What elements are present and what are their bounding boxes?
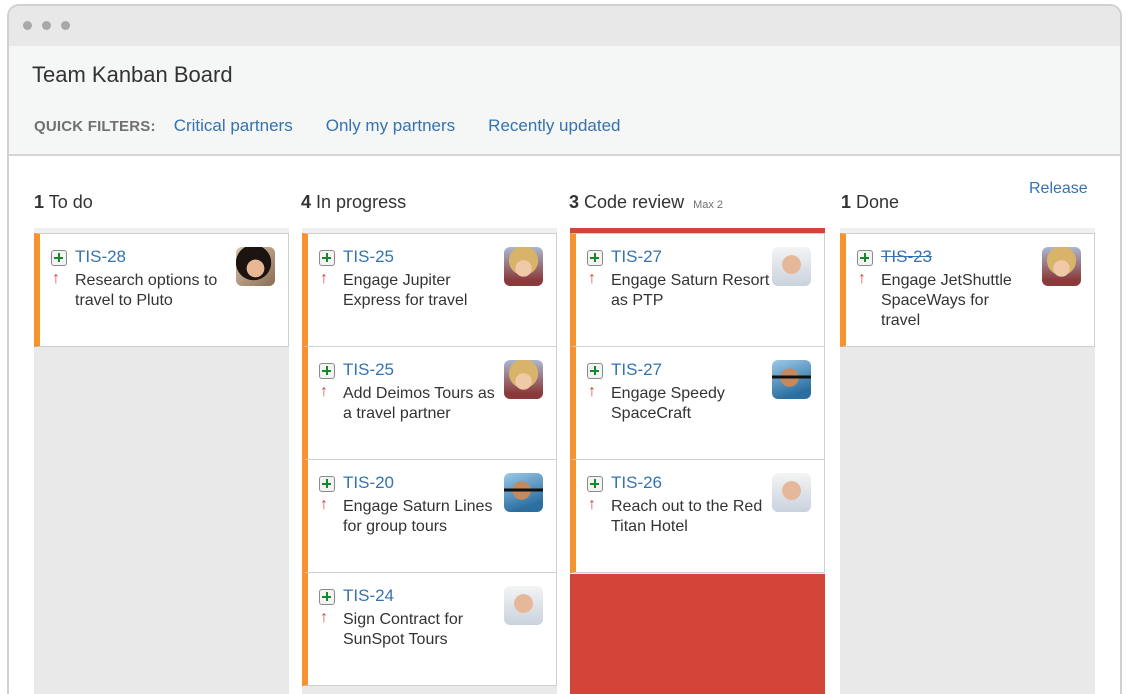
column-todo: TIS-28 ↑ Research options to travel to P… xyxy=(34,228,289,694)
issue-key[interactable]: TIS-25 xyxy=(343,247,394,267)
priority-high-arrow-icon: ↑ xyxy=(320,383,328,400)
issue-card[interactable]: TIS-28 ↑ Research options to travel to P… xyxy=(34,233,289,347)
maximize-dot-icon[interactable] xyxy=(61,21,70,30)
story-plus-icon xyxy=(587,363,603,379)
column-count: 1 xyxy=(841,192,852,212)
column-count: 3 xyxy=(569,192,580,212)
issue-key[interactable]: TIS-24 xyxy=(343,586,394,606)
story-plus-icon xyxy=(319,250,335,266)
issue-card[interactable]: TIS-25 ↑ Add Deimos Tours as a travel pa… xyxy=(302,346,557,460)
issue-summary: Engage Saturn Resort as PTP xyxy=(611,272,770,309)
issue-key[interactable]: TIS-28 xyxy=(75,247,126,267)
issue-summary: Reach out to the Red Titan Hotel xyxy=(611,498,763,535)
column-count: 4 xyxy=(301,192,312,212)
assignee-avatar[interactable] xyxy=(772,360,811,399)
issue-card[interactable]: TIS-20 ↑ Engage Saturn Lines for group t… xyxy=(302,459,557,573)
issue-key[interactable]: TIS-27 xyxy=(611,360,662,380)
column-done: TIS-23 ↑ Engage JetShuttle SpaceWays for… xyxy=(840,228,1095,694)
column-in-progress: TIS-25 ↑ Engage Jupiter Express for trav… xyxy=(302,228,557,694)
issue-card[interactable]: TIS-23 ↑ Engage JetShuttle SpaceWays for… xyxy=(840,233,1095,347)
assignee-avatar[interactable] xyxy=(504,586,543,625)
browser-window: Team Kanban Board QUICK FILTERS: Critica… xyxy=(7,4,1122,694)
issue-summary: Sign Contract for SunSpot Tours xyxy=(343,611,464,648)
column-header-code-review: 3 Code review Max 2 xyxy=(569,192,723,213)
story-plus-icon xyxy=(319,589,335,605)
priority-high-arrow-icon: ↑ xyxy=(588,270,596,287)
filter-only-my-partners[interactable]: Only my partners xyxy=(326,116,455,136)
issue-summary: Engage Saturn Lines for group tours xyxy=(343,498,493,535)
issue-summary: Research options to travel to Pluto xyxy=(75,272,218,309)
issue-card[interactable]: TIS-27 ↑ Engage Speedy SpaceCraft xyxy=(570,346,825,460)
issue-key[interactable]: TIS-26 xyxy=(611,473,662,493)
story-plus-icon xyxy=(857,250,873,266)
column-header-in-progress: 4 In progress xyxy=(301,192,406,213)
issue-card[interactable]: TIS-25 ↑ Engage Jupiter Express for trav… xyxy=(302,233,557,347)
board-header: Team Kanban Board QUICK FILTERS: Critica… xyxy=(9,46,1120,156)
issue-summary: Engage JetShuttle SpaceWays for travel xyxy=(881,272,1012,329)
quick-filters: QUICK FILTERS: Critical partners Only my… xyxy=(34,116,654,136)
story-plus-icon xyxy=(319,363,335,379)
assignee-avatar[interactable] xyxy=(504,360,543,399)
issue-card[interactable]: TIS-24 ↑ Sign Contract for SunSpot Tours xyxy=(302,572,557,686)
window-titlebar xyxy=(9,6,1120,46)
release-button[interactable]: Release xyxy=(1029,180,1088,198)
column-max-constraint: Max 2 xyxy=(693,199,724,211)
quick-filters-label: QUICK FILTERS: xyxy=(34,118,156,135)
issue-summary: Add Deimos Tours as a travel partner xyxy=(343,385,495,422)
assignee-avatar[interactable] xyxy=(772,247,811,286)
priority-high-arrow-icon: ↑ xyxy=(588,496,596,513)
issue-key[interactable]: TIS-23 xyxy=(881,247,932,267)
priority-high-arrow-icon: ↑ xyxy=(52,270,60,287)
story-plus-icon xyxy=(51,250,67,266)
issue-summary: Engage Speedy SpaceCraft xyxy=(611,385,725,422)
issue-summary: Engage Jupiter Express for travel xyxy=(343,272,468,309)
column-name: To do xyxy=(48,192,93,212)
story-plus-icon xyxy=(587,476,603,492)
priority-high-arrow-icon: ↑ xyxy=(320,496,328,513)
column-name: Done xyxy=(856,192,900,212)
column-name: Code review xyxy=(584,192,685,212)
story-plus-icon xyxy=(319,476,335,492)
filter-critical-partners[interactable]: Critical partners xyxy=(174,116,293,136)
story-plus-icon xyxy=(587,250,603,266)
kanban-board: 1 To do 4 In progress 3 Code review Max … xyxy=(9,158,1120,694)
priority-high-arrow-icon: ↑ xyxy=(588,383,596,400)
assignee-avatar[interactable] xyxy=(1042,247,1081,286)
issue-card[interactable]: TIS-26 ↑ Reach out to the Red Titan Hote… xyxy=(570,459,825,573)
assignee-avatar[interactable] xyxy=(236,247,275,286)
priority-high-arrow-icon: ↑ xyxy=(320,270,328,287)
column-header-todo: 1 To do xyxy=(34,192,93,213)
column-count: 1 xyxy=(34,192,45,212)
page-title: Team Kanban Board xyxy=(32,62,233,87)
issue-key[interactable]: TIS-25 xyxy=(343,360,394,380)
close-dot-icon[interactable] xyxy=(23,21,32,30)
column-code-review: TIS-27 ↑ Engage Saturn Resort as PTP TIS… xyxy=(570,228,825,694)
issue-key[interactable]: TIS-27 xyxy=(611,247,662,267)
column-header-done: 1 Done xyxy=(841,192,899,213)
minimize-dot-icon[interactable] xyxy=(42,21,51,30)
issue-key[interactable]: TIS-20 xyxy=(343,473,394,493)
priority-high-arrow-icon: ↑ xyxy=(320,609,328,626)
assignee-avatar[interactable] xyxy=(504,473,543,512)
assignee-avatar[interactable] xyxy=(504,247,543,286)
priority-high-arrow-icon: ↑ xyxy=(858,270,866,287)
issue-card[interactable]: TIS-27 ↑ Engage Saturn Resort as PTP xyxy=(570,233,825,347)
over-limit-indicator xyxy=(570,574,825,694)
filter-recently-updated[interactable]: Recently updated xyxy=(488,116,620,136)
assignee-avatar[interactable] xyxy=(772,473,811,512)
column-name: In progress xyxy=(316,192,407,212)
